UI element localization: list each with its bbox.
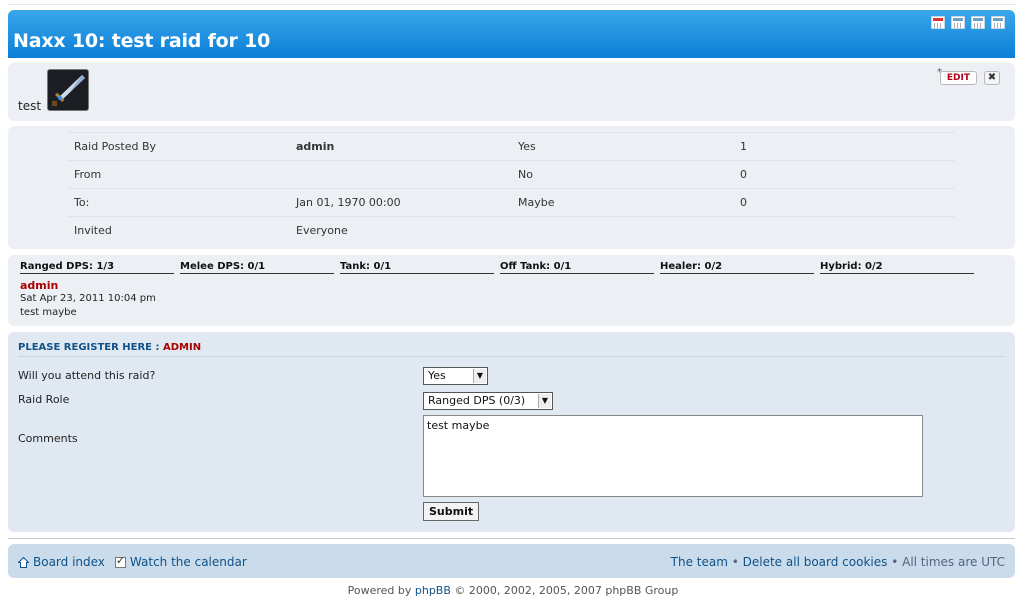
delete-cookies-link[interactable]: Delete all board cookies xyxy=(743,555,888,569)
attend-select-value: Yes xyxy=(428,369,446,382)
page-title: Naxx 10: test raid for 10 xyxy=(13,30,271,52)
team-link[interactable]: The team xyxy=(671,555,728,569)
stat-label: Maybe xyxy=(512,188,734,217)
role-tank: Tank: 0/1 xyxy=(340,261,494,274)
info-value: Jan 01, 1970 00:00 xyxy=(290,188,512,217)
role-melee-dps: Melee DPS: 0/1 xyxy=(180,261,334,274)
stat-value xyxy=(734,216,955,244)
signup-comment: test maybe xyxy=(20,307,77,318)
chevron-down-icon: ▼ xyxy=(473,369,486,383)
edit-button[interactable]: EDIT xyxy=(939,71,977,85)
role-headers: Ranged DPS: 1/3 Melee DPS: 0/1 Tank: 0/1… xyxy=(20,261,980,274)
board-index-link[interactable]: Board index xyxy=(33,555,105,569)
submit-button[interactable]: Submit xyxy=(423,502,480,521)
home-icon xyxy=(18,556,29,568)
event-panel: test * EDIT ✖ xyxy=(8,63,1015,121)
raid-info-table: Raid Posted By admin Yes 1 From No 0 To:… xyxy=(68,132,955,244)
signups-panel: Ranged DPS: 1/3 Melee DPS: 0/1 Tank: 0/1… xyxy=(8,255,1015,326)
sword-icon xyxy=(47,69,89,111)
page-header: Naxx 10: test raid for 10 xyxy=(8,10,1015,58)
powered-prefix: Powered by xyxy=(347,584,415,597)
stat-label xyxy=(512,216,734,244)
table-row: Raid Posted By admin Yes 1 xyxy=(68,132,955,161)
timezone-text: All times are UTC xyxy=(902,555,1005,569)
attend-select[interactable]: Yes ▼ xyxy=(423,367,488,385)
role-hybrid: Hybrid: 0/2 xyxy=(820,261,974,274)
register-heading: PLEASE REGISTER HERE : ADMIN xyxy=(18,342,201,353)
top-divider xyxy=(8,4,1016,5)
role-healer: Healer: 0/2 xyxy=(660,261,814,274)
watch-calendar-link[interactable]: Watch the calendar xyxy=(130,555,247,569)
register-divider xyxy=(18,356,1005,357)
info-label: Raid Posted By xyxy=(68,132,290,161)
delete-button[interactable]: ✖ xyxy=(984,71,1000,85)
signup-user-link[interactable]: admin xyxy=(20,279,58,292)
calendar-view-icons xyxy=(931,16,1005,29)
footer-right: The team • Delete all board cookies • Al… xyxy=(671,555,1005,569)
calendar-day-icon[interactable] xyxy=(951,16,965,29)
calendar-week-icon[interactable] xyxy=(971,16,985,29)
powered-suffix: © 2000, 2002, 2005, 2007 phpBB Group xyxy=(450,584,679,597)
bullet-separator: • xyxy=(727,555,743,569)
raid-info-panel: Raid Posted By admin Yes 1 From No 0 To:… xyxy=(8,126,1015,249)
register-panel: PLEASE REGISTER HERE : ADMIN Will you at… xyxy=(8,332,1015,532)
signup-date: Sat Apr 23, 2011 10:04 pm xyxy=(20,293,156,304)
checkbox-icon[interactable] xyxy=(114,554,126,568)
info-value: Everyone xyxy=(290,216,512,244)
role-off-tank: Off Tank: 0/1 xyxy=(500,261,654,274)
register-user: ADMIN xyxy=(162,342,202,353)
comments-label: Comments xyxy=(18,432,78,445)
raid-role-select[interactable]: Ranged DPS (0/3) ▼ xyxy=(423,392,553,410)
footer-left: Board index Watch the calendar xyxy=(18,554,247,569)
footer-divider xyxy=(8,538,1015,539)
phpbb-link[interactable]: phpBB xyxy=(415,584,451,597)
raid-role-label: Raid Role xyxy=(18,393,70,406)
stat-label: No xyxy=(512,160,734,189)
comments-textarea[interactable]: test maybe xyxy=(423,415,923,497)
footer-navbar: Board index Watch the calendar The team … xyxy=(8,544,1015,578)
bullet-separator: • xyxy=(887,555,903,569)
info-label: To: xyxy=(68,188,290,217)
info-label: Invited xyxy=(68,216,290,244)
table-row: Invited Everyone xyxy=(68,216,955,244)
stat-value: 1 xyxy=(734,132,955,161)
stat-value: 0 xyxy=(734,188,955,217)
info-label: From xyxy=(68,160,290,189)
event-name: test xyxy=(18,99,42,113)
table-row: From No 0 xyxy=(68,160,955,189)
register-heading-text: PLEASE REGISTER HERE : xyxy=(18,342,163,353)
info-value xyxy=(290,160,512,189)
attend-label: Will you attend this raid? xyxy=(18,369,156,382)
role-ranged-dps: Ranged DPS: 1/3 xyxy=(20,261,174,274)
raid-role-select-value: Ranged DPS (0/3) xyxy=(428,394,526,407)
powered-by: Powered by phpBB © 2000, 2002, 2005, 200… xyxy=(0,584,1026,597)
calendar-add-icon[interactable] xyxy=(931,16,945,29)
table-row: To: Jan 01, 1970 00:00 Maybe 0 xyxy=(68,188,955,217)
stat-label: Yes xyxy=(512,132,734,161)
chevron-down-icon: ▼ xyxy=(538,394,551,408)
calendar-month-icon[interactable] xyxy=(991,16,1005,29)
raid-author-link[interactable]: admin xyxy=(290,132,512,161)
stat-value: 0 xyxy=(734,160,955,189)
